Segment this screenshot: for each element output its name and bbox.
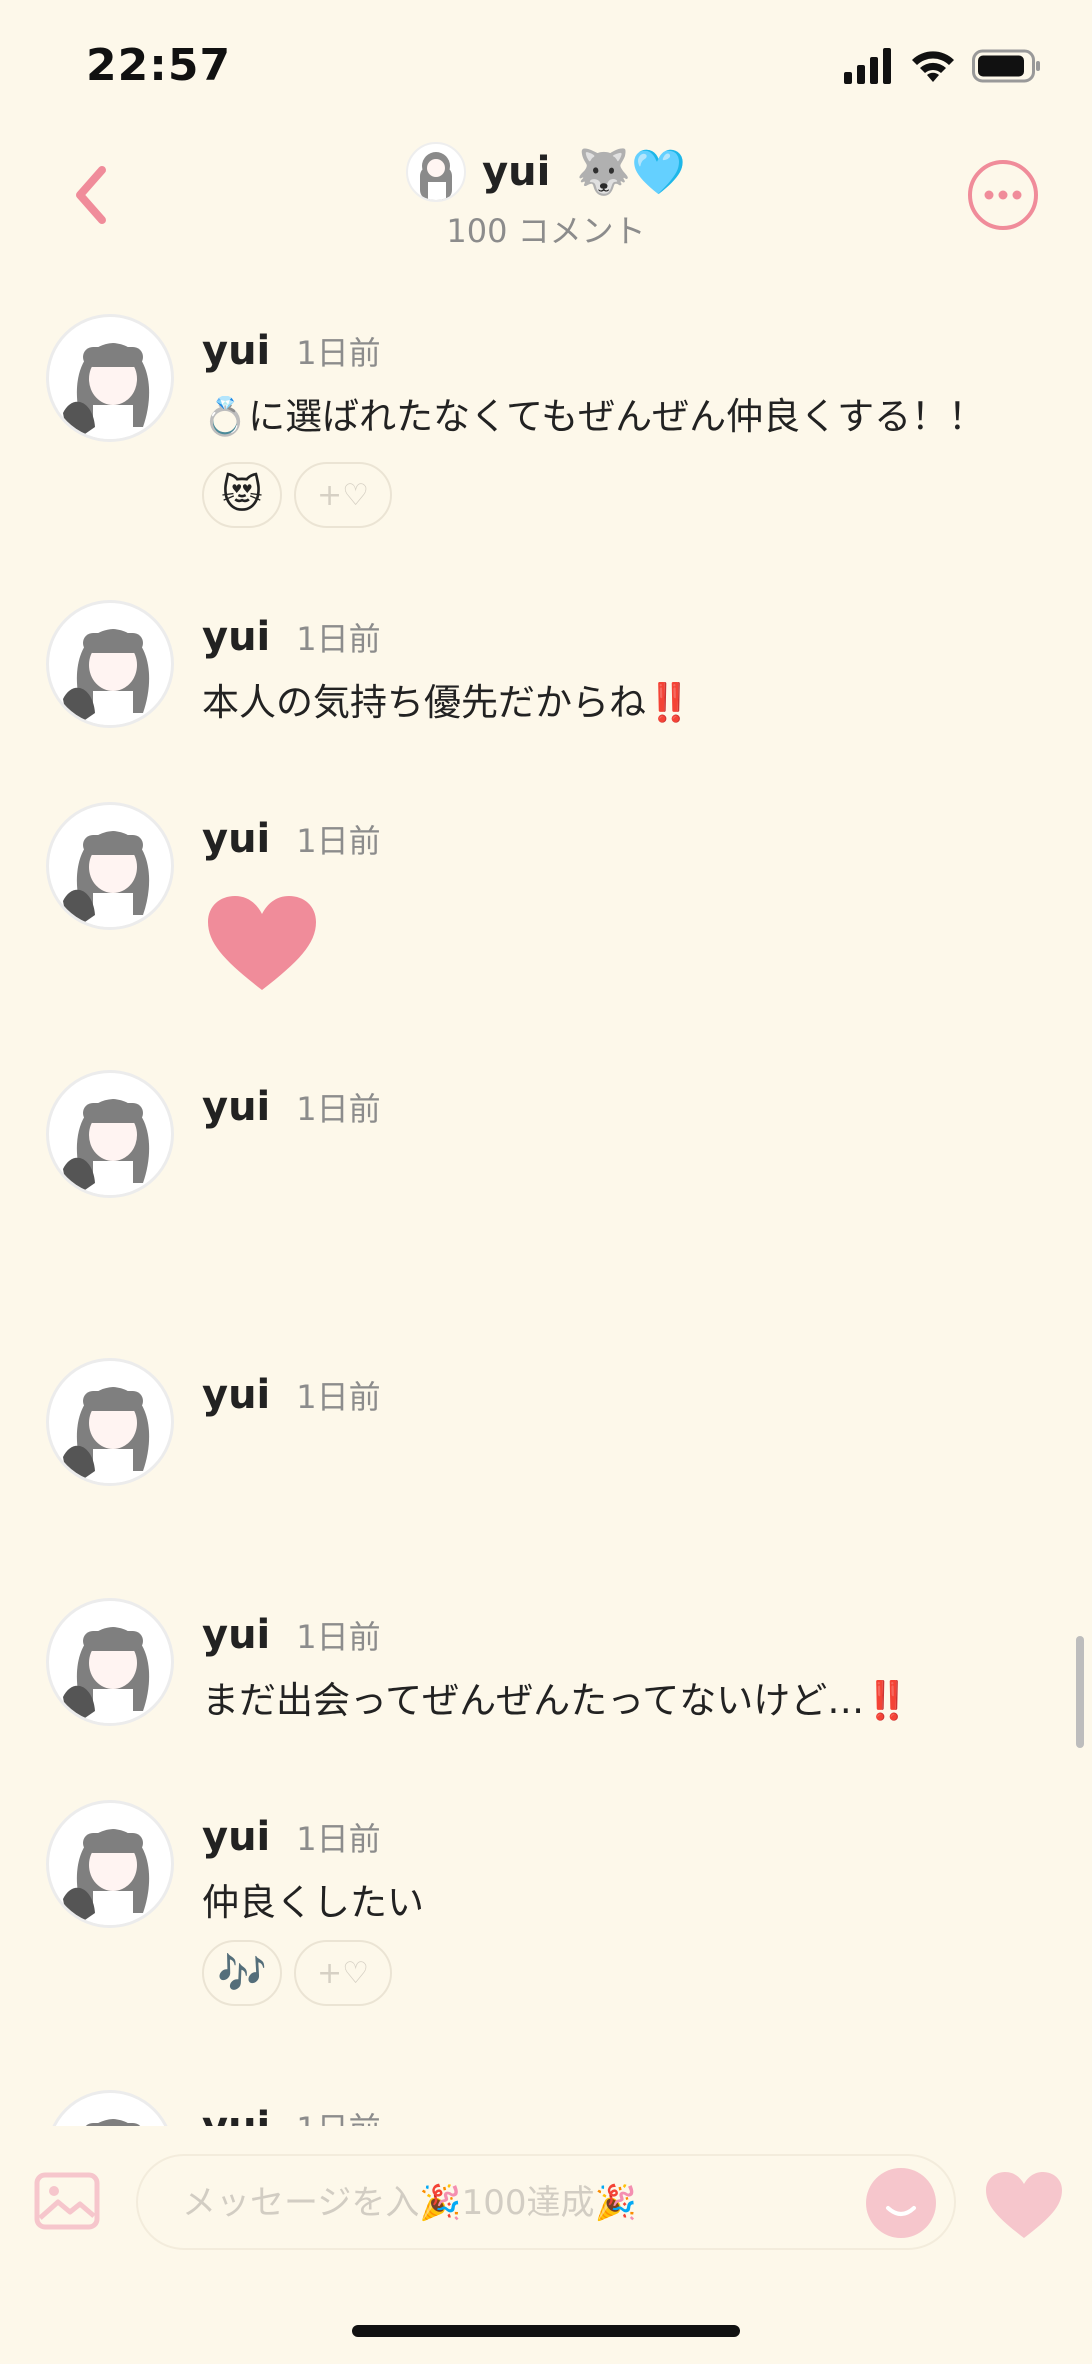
avatar[interactable] <box>46 1800 174 1928</box>
comment-author[interactable]: yui <box>202 1372 270 1418</box>
comment-timestamp: 1日前 <box>296 1378 381 1416</box>
comment-text-row: まだ出会ってぜんぜんたってないけど…‼️ <box>202 1670 910 1724</box>
avatar[interactable] <box>46 314 174 442</box>
comment-timestamp: 1日前 <box>296 822 381 860</box>
wifi-icon <box>912 51 954 82</box>
comment-text: 仲良くしたい <box>202 1881 424 1924</box>
comment-timestamp: 1日前 <box>296 1090 381 1128</box>
heart-send-button[interactable] <box>984 2170 1064 2240</box>
comment-author[interactable]: yui <box>202 1814 270 1860</box>
comment-author[interactable]: yui <box>202 1084 270 1130</box>
more-options-button[interactable] <box>966 158 1040 232</box>
battery-icon <box>972 49 1040 83</box>
home-indicator <box>352 2325 740 2337</box>
smile-icon <box>886 2206 916 2216</box>
header-title-block[interactable]: yui 🐺🩵 100 コメント <box>0 142 1092 252</box>
header-username: yui <box>482 149 551 195</box>
comment-text-row: 本人の気持ち優先だからね‼️ <box>202 672 692 726</box>
cellular-signal-icon <box>844 48 891 84</box>
header-emoji: 🐺🩵 <box>576 147 686 198</box>
avatar[interactable] <box>46 1070 174 1198</box>
comment-text: 💍に選ばれたなくてもぜんぜん仲良くする！！ <box>202 395 986 438</box>
header-avatar <box>406 142 467 202</box>
reaction-row: 🎶 +♡ <box>202 1940 392 2006</box>
comment-timestamp: 1日前 <box>296 334 381 372</box>
avatar[interactable] <box>46 600 174 728</box>
avatar[interactable] <box>46 1358 174 1486</box>
heart-sticker-icon <box>208 896 316 990</box>
exclamation-emoji: ‼️ <box>646 681 693 724</box>
avatar[interactable] <box>46 1598 174 1726</box>
scrollbar[interactable] <box>1076 1636 1084 1748</box>
message-input[interactable] <box>180 2156 804 2250</box>
comment-timestamp: 1日前 <box>296 620 381 658</box>
comment-timestamp: 1日前 <box>296 1820 381 1858</box>
comment-author[interactable]: yui <box>202 328 270 374</box>
comment-text: 本人の気持ち優先だからね <box>202 681 646 724</box>
comment-author[interactable]: yui <box>202 1612 270 1658</box>
comment-author[interactable]: yui <box>202 614 270 660</box>
exclamation-emoji: ‼️ <box>864 1679 911 1722</box>
reaction-chip[interactable]: 🎶 <box>202 1940 282 2006</box>
chat-header: yui 🐺🩵 100 コメント <box>0 130 1092 260</box>
status-bar: 22:57 <box>0 0 1092 130</box>
comment-count: 100 コメント <box>446 212 646 250</box>
comment-author[interactable]: yui <box>202 816 270 862</box>
reaction-row: 😻 +♡ <box>202 462 392 528</box>
image-attach-button[interactable] <box>34 2172 100 2230</box>
comment-timestamp: 1日前 <box>296 1618 381 1656</box>
emoji-button[interactable] <box>866 2168 936 2238</box>
message-box <box>136 2154 956 2250</box>
add-reaction-button[interactable]: +♡ <box>294 462 392 528</box>
reaction-chip[interactable]: 😻 <box>202 462 282 528</box>
status-time: 22:57 <box>86 40 232 91</box>
comment-text: まだ出会ってぜんぜんたってないけど… <box>202 1679 865 1722</box>
add-reaction-button[interactable]: +♡ <box>294 1940 392 2006</box>
status-icons <box>844 48 1042 84</box>
avatar[interactable] <box>46 802 174 930</box>
